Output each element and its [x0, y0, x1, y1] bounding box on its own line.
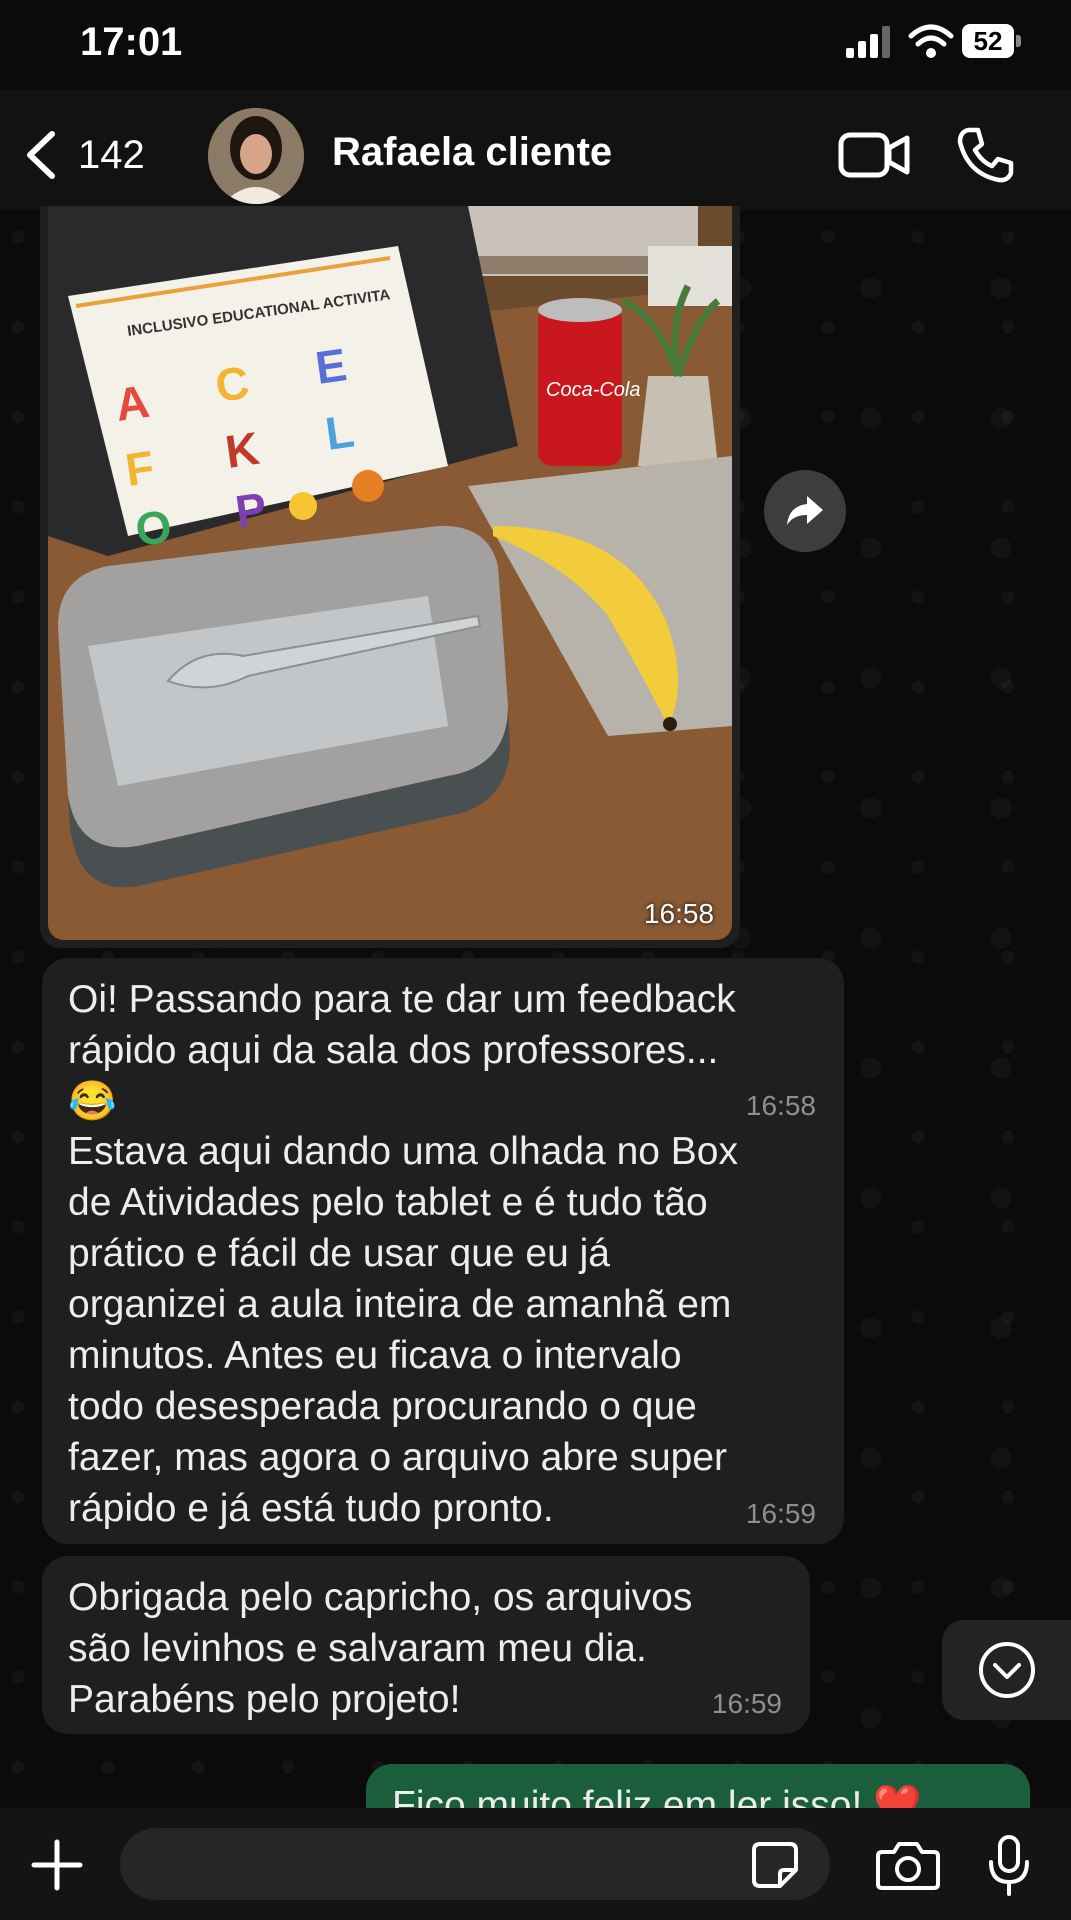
message-input[interactable]: [120, 1828, 830, 1900]
message-time: 16:59: [711, 1688, 782, 1719]
message-time: 16:59: [745, 1498, 816, 1529]
scroll-to-bottom-button[interactable]: [942, 1620, 1071, 1720]
sticker-icon[interactable]: [750, 1840, 800, 1890]
signal-icon: [846, 26, 890, 58]
message-text: Estava aqui dando uma olhada no Box de A…: [68, 1130, 738, 1530]
wifi-icon: [908, 24, 954, 58]
chat-header: 142 Rafaela cliente: [0, 90, 1071, 210]
forward-icon: [787, 496, 823, 525]
battery-icon: 52: [962, 24, 1022, 58]
incoming-message[interactable]: Oi! Passando para te dar um feedback ráp…: [42, 958, 844, 1544]
unread-count: 142: [78, 132, 145, 177]
message-text: Oi! Passando para te dar um feedback ráp…: [68, 978, 736, 1123]
phone-icon[interactable]: [956, 126, 1014, 184]
chevron-down-icon: [978, 1642, 1035, 1698]
plus-icon[interactable]: [30, 1838, 84, 1892]
worksheet-letter: O: [132, 499, 175, 555]
contact-avatar[interactable]: [208, 108, 304, 204]
shared-photo: INCLUSIVO EDUCATIONAL ACTIVITA A C E F K…: [48, 206, 732, 940]
back-icon: [27, 131, 55, 179]
microphone-icon[interactable]: [986, 1834, 1032, 1896]
contact-name[interactable]: Rafaela cliente: [332, 130, 612, 175]
message-time: 16:58: [643, 898, 714, 929]
forward-button[interactable]: [764, 470, 846, 552]
can-label: Coca-Cola: [546, 379, 640, 401]
input-bar: [0, 1808, 1071, 1920]
image-message[interactable]: INCLUSIVO EDUCATIONAL ACTIVITA A C E F K…: [40, 206, 740, 948]
camera-icon[interactable]: [876, 1840, 940, 1890]
back-button[interactable]: 142: [24, 130, 184, 180]
status-time: 17:01: [80, 20, 183, 64]
incoming-message[interactable]: Obrigada pelo capricho, os arquivos são …: [42, 1556, 810, 1734]
video-call-icon[interactable]: [838, 130, 910, 180]
message-text: Obrigada pelo capricho, os arquivos são …: [68, 1576, 693, 1721]
battery-level: 52: [973, 26, 1003, 56]
status-bar: 17:01 52: [0, 0, 1071, 90]
message-time: 16:58: [745, 1090, 816, 1121]
